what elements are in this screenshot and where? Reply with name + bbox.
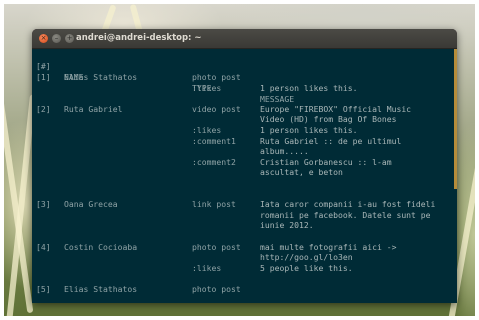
header-index: [#] bbox=[36, 61, 51, 71]
row-message: http://goo.gl/lo3en bbox=[260, 252, 353, 263]
table-row: [4] Costin Cocioaba photo post mai multe fo… bbox=[36, 242, 456, 253]
row-message: ascultat, e beton bbox=[260, 167, 343, 178]
row-name: Oana Grecea bbox=[64, 199, 118, 210]
table-row: :comment1 Ruta Gabriel :: de pe ultimul bbox=[36, 136, 456, 147]
row-message: Europe "FIREBOX" Official Music bbox=[260, 103, 412, 114]
row-message: mai multe fotografii aici -> bbox=[260, 241, 397, 252]
row-type: :comment2 bbox=[192, 156, 236, 167]
table-row: http://goo.gl/lo3en bbox=[36, 252, 456, 263]
row-type: video post bbox=[192, 103, 241, 114]
row-message: Cristian Gorbanescu :: l-am bbox=[260, 156, 392, 167]
row-message: Iata caror companii i-au fost fideli bbox=[260, 199, 436, 210]
window-title: andrei@andrei-desktop: ~ bbox=[76, 33, 202, 43]
row-type: :likes bbox=[192, 262, 222, 273]
table-row: album..... bbox=[36, 146, 456, 157]
row-name: Elias Stathatos bbox=[64, 72, 138, 82]
row-type: photo post bbox=[192, 72, 241, 82]
row-type: :comment1 bbox=[192, 135, 236, 146]
table-row bbox=[36, 231, 456, 242]
row-type: :likes bbox=[192, 82, 222, 93]
row-message: iunie 2012. bbox=[260, 220, 314, 231]
table-row bbox=[36, 93, 456, 104]
row-type: :likes bbox=[192, 125, 222, 135]
row-message: 5 people like this. bbox=[260, 262, 353, 273]
table-row: [5] Elias Stathatos photo post bbox=[36, 284, 456, 295]
table-row: ascultat, e beton bbox=[36, 167, 456, 178]
table-row: :likes 5 people like this. bbox=[36, 263, 456, 274]
row-type: link post bbox=[192, 199, 236, 210]
row-index: [5] bbox=[36, 284, 51, 294]
row-index: [2] bbox=[36, 103, 51, 114]
row-message: 1 person likes this. bbox=[260, 125, 358, 135]
row-name: Costin Cocioaba bbox=[64, 241, 138, 252]
row-type: photo post bbox=[192, 284, 241, 294]
row-index: [3] bbox=[36, 199, 51, 210]
table-row: [1] Elias Stathatos photo post bbox=[36, 72, 456, 83]
terminal-output[interactable]: [#] NAME TYPE MESSAGE [1] Elias Stathatos… bbox=[32, 49, 457, 303]
table-row: [3] Oana Grecea link post Iata caror compan… bbox=[36, 199, 456, 210]
row-name: Elias Stathatos bbox=[64, 284, 138, 294]
scrollbar[interactable] bbox=[454, 49, 457, 189]
table-row: iunie 2012. bbox=[36, 220, 456, 231]
table-row: :likes 1 person likes this. bbox=[36, 83, 456, 94]
table-header: [#] NAME TYPE MESSAGE bbox=[36, 50, 456, 104]
table-row: Video (HD) from Bag Of Bones bbox=[36, 114, 456, 125]
row-index: [1] bbox=[36, 72, 51, 82]
row-message: album..... bbox=[260, 146, 309, 157]
table-row: [2] Ruta Gabriel video post Europe "FIREBOX… bbox=[36, 104, 456, 115]
table-row: :comment2 Cristian Gorbanescu :: l-am bbox=[36, 157, 456, 168]
row-message: Ruta Gabriel :: de pe ultimul bbox=[260, 135, 402, 146]
row-message: Video (HD) from Bag Of Bones bbox=[260, 114, 397, 125]
table-row bbox=[36, 178, 456, 189]
table-row bbox=[36, 295, 456, 303]
maximize-icon[interactable]: + bbox=[65, 34, 74, 43]
row-name: Ruta Gabriel bbox=[64, 103, 123, 114]
table-row: :likes 1 person likes this. bbox=[36, 125, 456, 136]
close-icon[interactable]: × bbox=[39, 34, 48, 43]
table-row: romanii pe facebook. Datele sunt pe bbox=[36, 210, 456, 221]
window-titlebar[interactable]: × – + andrei@andrei-desktop: ~ bbox=[32, 29, 457, 49]
row-message: romanii pe facebook. Datele sunt pe bbox=[260, 209, 431, 220]
minimize-icon[interactable]: – bbox=[52, 34, 61, 43]
table-row bbox=[36, 273, 456, 284]
terminal-window[interactable]: × – + andrei@andrei-desktop: ~ [#] NAME … bbox=[32, 29, 457, 303]
row-type: photo post bbox=[192, 241, 241, 252]
row-index: [4] bbox=[36, 241, 51, 252]
table-row bbox=[36, 189, 456, 200]
row-message: 1 person likes this. bbox=[260, 82, 358, 93]
